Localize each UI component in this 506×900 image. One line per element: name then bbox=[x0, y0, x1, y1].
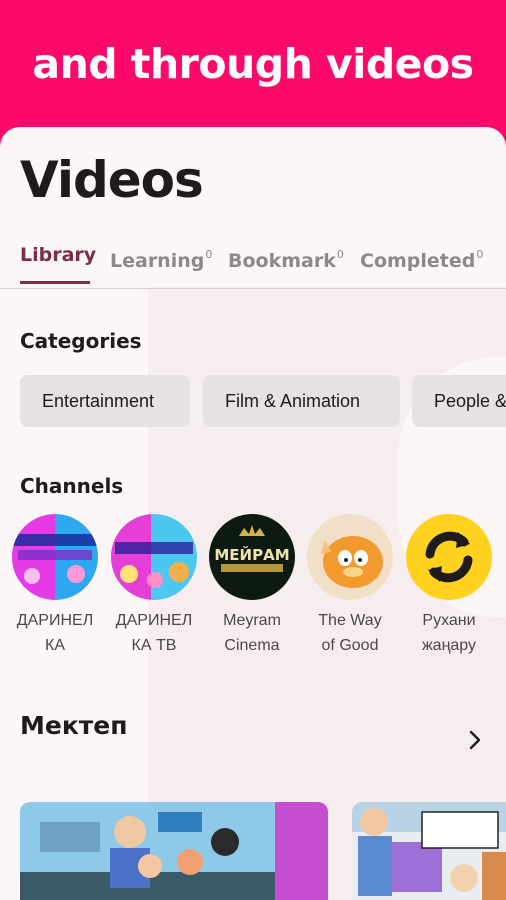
channel-label-line: ДАРИНЕЛ bbox=[115, 612, 193, 629]
chip-entertainment[interactable]: Entertainment bbox=[20, 375, 190, 427]
section-mektep-title: Мектеп bbox=[20, 711, 128, 740]
chip-label: Film & Animation bbox=[225, 391, 361, 411]
channel-label: Рухани жаңару bbox=[404, 608, 494, 658]
tab-bookmark[interactable]: Bookmark0 bbox=[228, 241, 344, 287]
video-thumbnail[interactable] bbox=[20, 802, 328, 900]
tab-badge: 0 bbox=[336, 248, 344, 261]
tab-label: Bookmark bbox=[228, 250, 336, 272]
channel-label-line: КА bbox=[45, 637, 65, 654]
channels-heading: Channels bbox=[20, 474, 124, 498]
chip-people[interactable]: People & bbox=[412, 375, 506, 427]
tab-learning[interactable]: Learning0 bbox=[110, 241, 212, 287]
chevron-right-icon[interactable] bbox=[464, 729, 486, 751]
chip-film-animation[interactable]: Film & Animation bbox=[203, 375, 400, 427]
banner-text: and through videos bbox=[32, 40, 474, 88]
chip-label: People & bbox=[434, 391, 506, 411]
tab-completed[interactable]: Completed0 bbox=[360, 241, 483, 287]
channel-label-line: The Way bbox=[318, 612, 382, 629]
videos-sheet: Videos Library Learning0 Bookmark0 Compl… bbox=[0, 127, 506, 900]
channel-label: ДАРИНЕЛ КА bbox=[10, 608, 100, 658]
video-thumbnail[interactable] bbox=[352, 802, 506, 900]
avatar-text: МЕЙРАМ bbox=[214, 546, 290, 564]
darinelka-avatar bbox=[12, 514, 98, 600]
channel-the-way-of-good[interactable]: The Way of Good bbox=[305, 514, 395, 658]
channel-label: The Way of Good bbox=[305, 608, 395, 658]
channel-darinelka[interactable]: ДАРИНЕЛ КА bbox=[10, 514, 100, 658]
refresh-arrows-avatar bbox=[406, 514, 492, 600]
tab-label: Library bbox=[20, 244, 97, 266]
channel-darinelka-tv[interactable]: ДАРИНЕЛ КА ТВ bbox=[109, 514, 199, 658]
channel-label: Meyram Cinema bbox=[207, 608, 297, 658]
divider bbox=[0, 288, 506, 289]
channel-rukhani-zhangaru[interactable]: Рухани жаңару bbox=[404, 514, 494, 658]
tab-badge: 0 bbox=[476, 248, 484, 261]
channel-label: ДАРИНЕЛ КА ТВ bbox=[109, 608, 199, 658]
channel-label-line: Meyram bbox=[223, 612, 281, 629]
channel-label-line: of Good bbox=[321, 637, 379, 654]
channel-meyram-cinema[interactable]: МЕЙРАМ Meyram Cinema bbox=[207, 514, 297, 658]
channel-label-line: Рухани bbox=[422, 612, 476, 629]
channel-label-line: ДАРИНЕЛ bbox=[16, 612, 94, 629]
categories-heading: Categories bbox=[20, 329, 142, 353]
meyram-avatar: МЕЙРАМ bbox=[209, 514, 295, 600]
tab-label: Learning bbox=[110, 250, 205, 272]
page-title: Videos bbox=[20, 151, 204, 209]
tab-label: Completed bbox=[360, 250, 476, 272]
category-chips: Entertainment Film & Animation People & bbox=[20, 375, 506, 429]
promo-banner: and through videos bbox=[0, 0, 506, 130]
chip-label: Entertainment bbox=[42, 391, 155, 411]
darinelka-tv-avatar bbox=[111, 514, 197, 600]
channel-label-line: жаңару bbox=[421, 637, 477, 654]
tab-bar: Library Learning0 Bookmark0 Completed0 bbox=[0, 241, 506, 289]
channel-label-line: Cinema bbox=[224, 637, 280, 654]
tab-indicator bbox=[20, 281, 90, 284]
tab-badge: 0 bbox=[205, 248, 213, 261]
channel-label-line: КА ТВ bbox=[131, 637, 177, 654]
garfield-avatar bbox=[307, 514, 393, 600]
